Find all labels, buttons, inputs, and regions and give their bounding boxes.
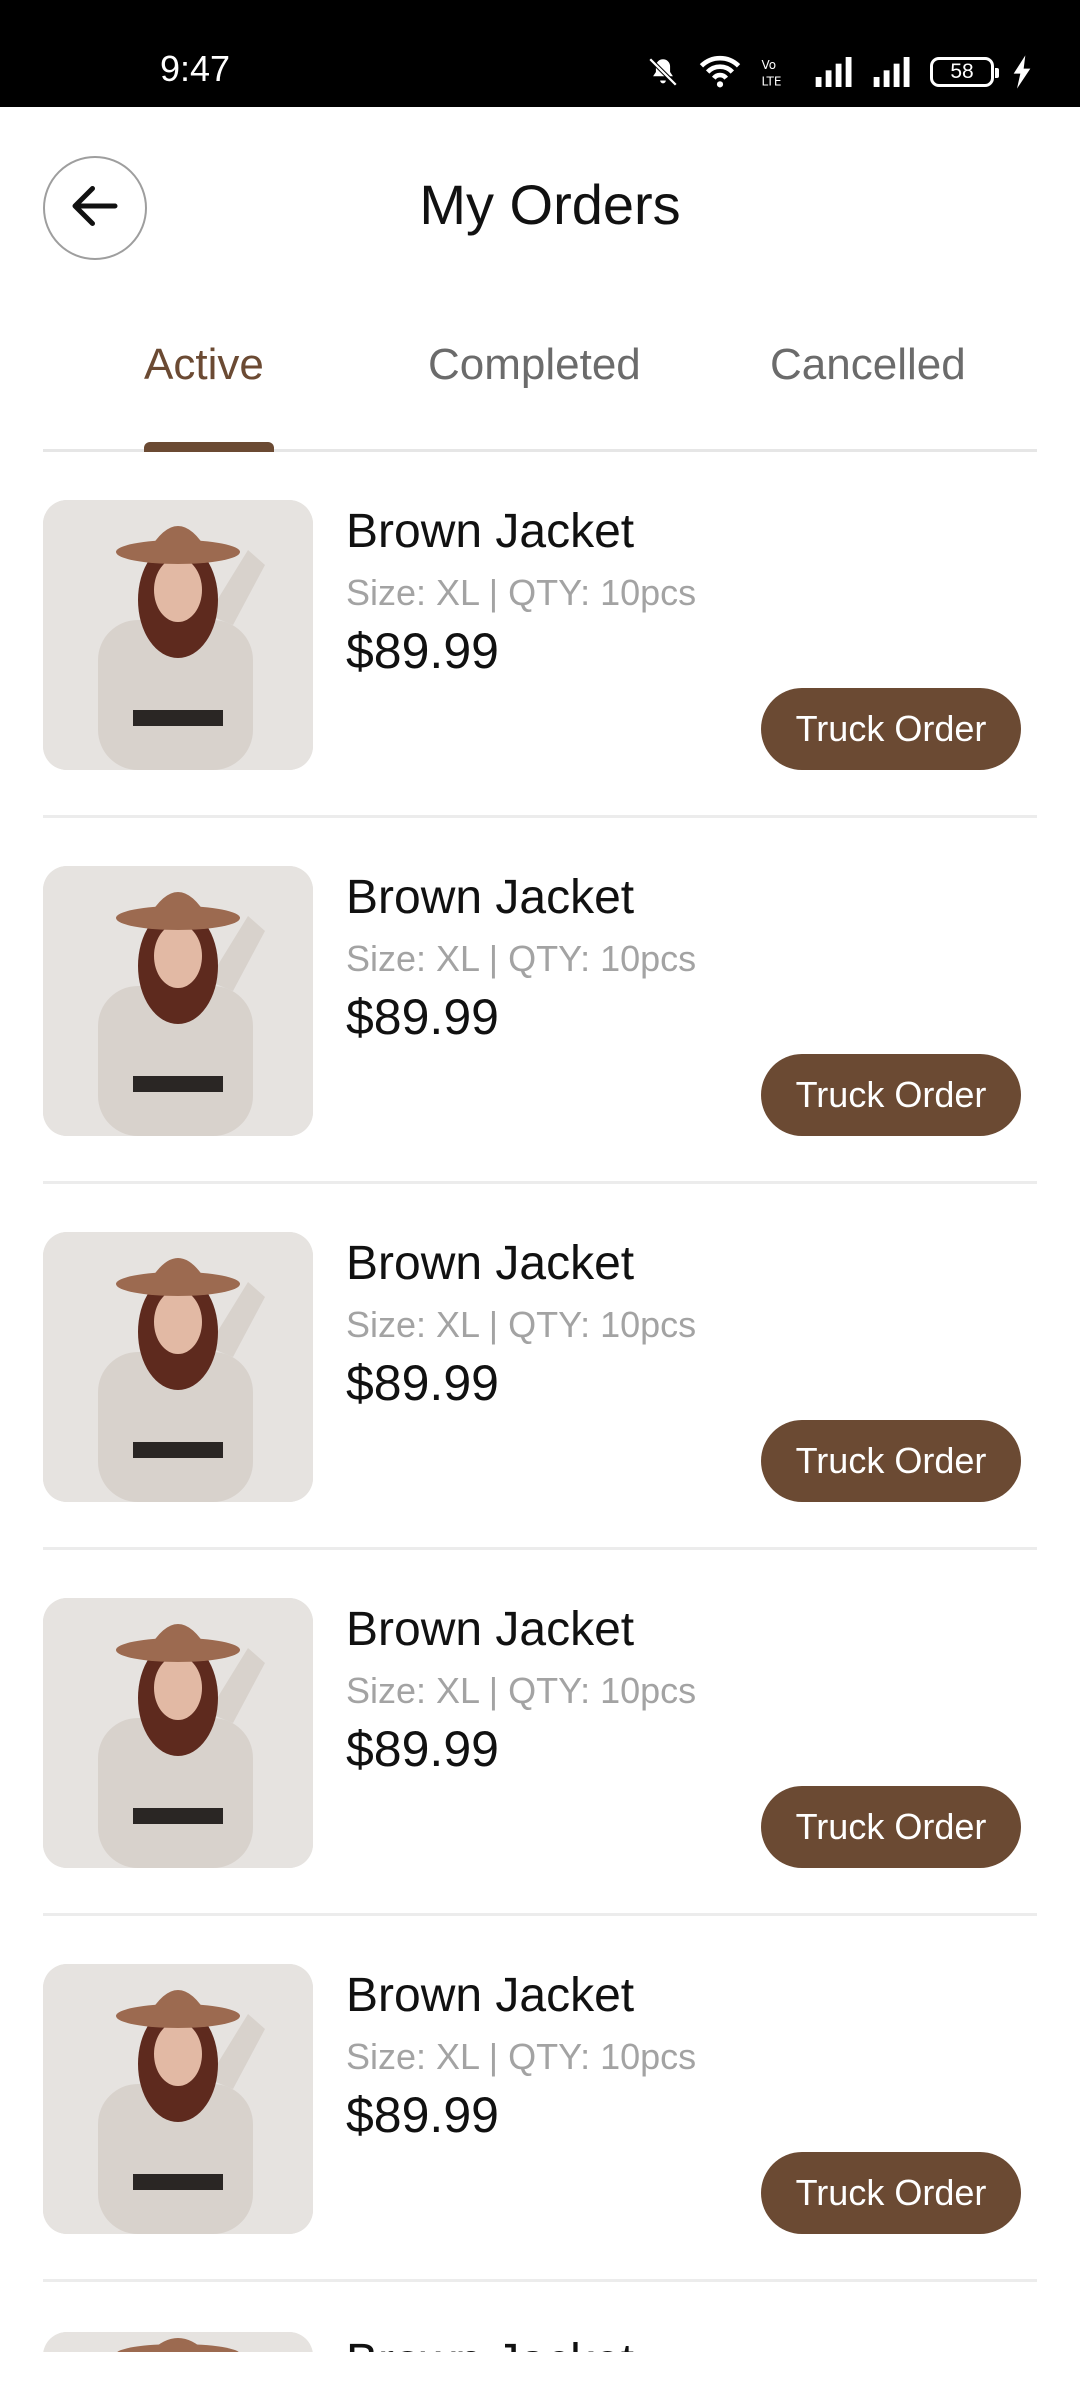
product-image: [43, 866, 313, 1136]
product-image: [43, 500, 313, 770]
product-name: Brown Jacket: [346, 1969, 635, 2022]
product-meta: Size: XL | QTY: 10pcs: [346, 938, 697, 979]
signal-icon: [814, 57, 854, 87]
product-price: $89.99: [346, 623, 499, 679]
active-tab-indicator: [144, 442, 274, 452]
product-meta: Size: XL | QTY: 10pcs: [346, 1304, 697, 1345]
wifi-icon: [698, 55, 742, 89]
page-title: My Orders: [419, 173, 681, 236]
svg-text:Vo: Vo: [762, 58, 777, 72]
charging-icon: [1012, 55, 1032, 89]
order-row[interactable]: Brown Jacket Size: XL | QTY: 10pcs $89.9…: [43, 1916, 1037, 2282]
signal-icon: [872, 57, 912, 87]
product-meta: Size: XL | QTY: 10pcs: [346, 2036, 697, 2077]
volte-icon: Vo LTE: [760, 55, 796, 89]
product-price: $89.99: [346, 989, 499, 1045]
product-name: Brown Jacket: [346, 871, 635, 924]
product-name: Brown Jacket: [346, 505, 635, 558]
product-image: [43, 2332, 313, 2352]
track-order-button[interactable]: Truck Order: [761, 2152, 1021, 2234]
tab-active[interactable]: Active: [144, 340, 264, 390]
product-image: [43, 1598, 313, 1868]
product-image: [43, 1964, 313, 2234]
svg-text:LTE: LTE: [762, 75, 782, 89]
product-name: Brown Jacket: [346, 1237, 635, 1290]
order-row[interactable]: Brown Jacket Size: XL | QTY: 10pcs $89.9…: [43, 818, 1037, 1184]
product-price: $89.99: [346, 1355, 499, 1411]
product-price: $89.99: [346, 1721, 499, 1777]
tab-bar: Active Completed Cancelled: [43, 300, 1037, 452]
track-order-button[interactable]: Truck Order: [761, 688, 1021, 770]
battery-level: 58: [950, 60, 974, 83]
tab-completed[interactable]: Completed: [428, 340, 641, 390]
tab-cancelled[interactable]: Cancelled: [770, 340, 966, 390]
product-image: [43, 1232, 313, 1502]
product-meta: Size: XL | QTY: 10pcs: [346, 572, 697, 613]
orders-list[interactable]: Brown Jacket Size: XL | QTY: 10pcs $89.9…: [43, 452, 1037, 2352]
product-name: Brown Jacket: [346, 1603, 635, 1656]
track-order-button[interactable]: Truck Order: [761, 1054, 1021, 1136]
mute-bell-icon: [646, 55, 680, 89]
status-time: 9:47: [160, 48, 231, 89]
order-row[interactable]: Brown Jacket Size: XL | QTY: 10pcs $89.9…: [43, 452, 1037, 818]
order-row-partial[interactable]: Brown Jacket: [43, 2332, 1037, 2352]
status-bar: 9:47 Vo LTE 58: [0, 0, 1080, 107]
track-order-button[interactable]: Truck Order: [761, 1786, 1021, 1868]
order-row[interactable]: Brown Jacket Size: XL | QTY: 10pcs $89.9…: [43, 1184, 1037, 1550]
product-meta: Size: XL | QTY: 10pcs: [346, 1670, 697, 1711]
product-name: Brown Jacket: [346, 2334, 634, 2352]
order-row[interactable]: Brown Jacket Size: XL | QTY: 10pcs $89.9…: [43, 1550, 1037, 1916]
status-icons: Vo LTE 58: [646, 50, 1032, 94]
product-price: $89.99: [346, 2087, 499, 2143]
battery-icon: 58: [930, 57, 999, 87]
track-order-button[interactable]: Truck Order: [761, 1420, 1021, 1502]
